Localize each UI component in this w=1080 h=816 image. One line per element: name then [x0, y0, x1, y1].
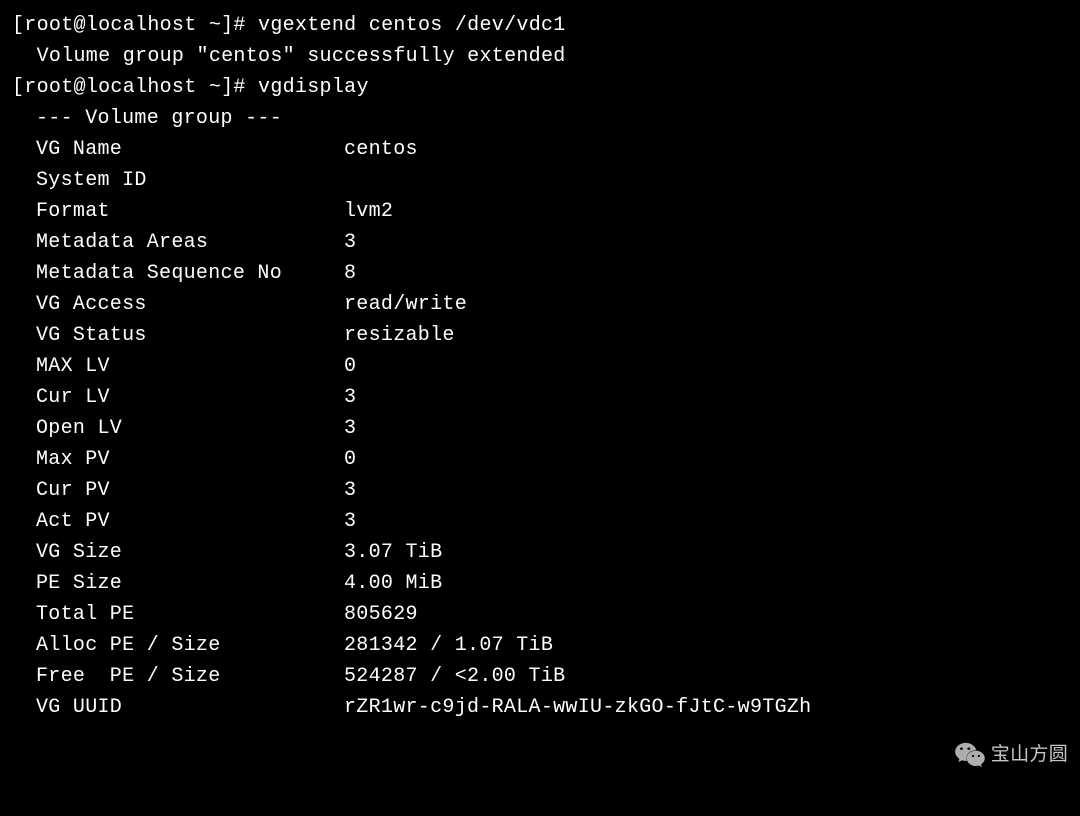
kv-value: 3.07 TiB	[344, 541, 442, 564]
kv-value: 3	[344, 510, 356, 533]
kv-value: lvm2	[344, 200, 393, 223]
kv-cur-lv: Cur LV3	[12, 382, 1070, 413]
watermark: 宝山方圆	[955, 740, 1068, 770]
kv-value: 3	[344, 231, 356, 254]
kv-key: Format	[36, 196, 344, 227]
kv-key: Cur PV	[36, 475, 344, 506]
kv-key: Open LV	[36, 413, 344, 444]
kv-key: Metadata Areas	[36, 227, 344, 258]
kv-value: 0	[344, 448, 356, 471]
kv-value: rZR1wr-c9jd-RALA-wwIU-zkGO-fJtC-w9TGZh	[344, 696, 811, 719]
kv-vg-status: VG Statusresizable	[12, 320, 1070, 351]
kv-key: System ID	[36, 165, 344, 196]
kv-system-id: System ID	[12, 165, 1070, 196]
kv-value: 281342 / 1.07 TiB	[344, 634, 553, 657]
output-vgextend: Volume group "centos" successfully exten…	[12, 41, 1070, 72]
command-vgextend: vgextend centos /dev/vdc1	[258, 14, 566, 37]
prompt-line-2[interactable]: [root@localhost ~]# vgdisplay	[12, 72, 1070, 103]
kv-value: 524287 / <2.00 TiB	[344, 665, 565, 688]
kv-key: VG Name	[36, 134, 344, 165]
kv-value: 3	[344, 417, 356, 440]
kv-key: VG Status	[36, 320, 344, 351]
kv-key: Act PV	[36, 506, 344, 537]
kv-value: resizable	[344, 324, 455, 347]
wechat-icon	[955, 740, 985, 770]
kv-open-lv: Open LV3	[12, 413, 1070, 444]
kv-value: 4.00 MiB	[344, 572, 442, 595]
kv-key: Free PE / Size	[36, 661, 344, 692]
kv-max-lv: MAX LV0	[12, 351, 1070, 382]
kv-value: read/write	[344, 293, 467, 316]
kv-value: centos	[344, 138, 418, 161]
kv-key: Total PE	[36, 599, 344, 630]
shell-prompt: [root@localhost ~]#	[12, 76, 258, 99]
kv-value: 3	[344, 479, 356, 502]
kv-act-pv: Act PV3	[12, 506, 1070, 537]
kv-key: VG UUID	[36, 692, 344, 723]
kv-metadata-sequence-no: Metadata Sequence No8	[12, 258, 1070, 289]
kv-key: Alloc PE / Size	[36, 630, 344, 661]
kv-vg-size: VG Size3.07 TiB	[12, 537, 1070, 568]
prompt-line-1[interactable]: [root@localhost ~]# vgextend centos /dev…	[12, 10, 1070, 41]
kv-vg-name: VG Namecentos	[12, 134, 1070, 165]
kv-metadata-areas: Metadata Areas3	[12, 227, 1070, 258]
kv-value: 0	[344, 355, 356, 378]
kv-free-pe-size: Free PE / Size524287 / <2.00 TiB	[12, 661, 1070, 692]
kv-key: PE Size	[36, 568, 344, 599]
kv-cur-pv: Cur PV3	[12, 475, 1070, 506]
kv-max-pv: Max PV0	[12, 444, 1070, 475]
kv-pe-size: PE Size4.00 MiB	[12, 568, 1070, 599]
watermark-text: 宝山方圆	[991, 740, 1068, 769]
kv-key: VG Access	[36, 289, 344, 320]
kv-alloc-pe-size: Alloc PE / Size281342 / 1.07 TiB	[12, 630, 1070, 661]
kv-value: 805629	[344, 603, 418, 626]
kv-total-pe: Total PE805629	[12, 599, 1070, 630]
kv-key: MAX LV	[36, 351, 344, 382]
kv-value: 8	[344, 262, 356, 285]
volume-group-header: --- Volume group ---	[12, 103, 1070, 134]
command-vgdisplay: vgdisplay	[258, 76, 369, 99]
kv-vg-access: VG Accessread/write	[12, 289, 1070, 320]
kv-vg-uuid: VG UUIDrZR1wr-c9jd-RALA-wwIU-zkGO-fJtC-w…	[12, 692, 1070, 723]
kv-value: 3	[344, 386, 356, 409]
kv-key: VG Size	[36, 537, 344, 568]
kv-key: Metadata Sequence No	[36, 258, 344, 289]
shell-prompt: [root@localhost ~]#	[12, 14, 258, 37]
kv-key: Max PV	[36, 444, 344, 475]
kv-key: Cur LV	[36, 382, 344, 413]
kv-format: Formatlvm2	[12, 196, 1070, 227]
